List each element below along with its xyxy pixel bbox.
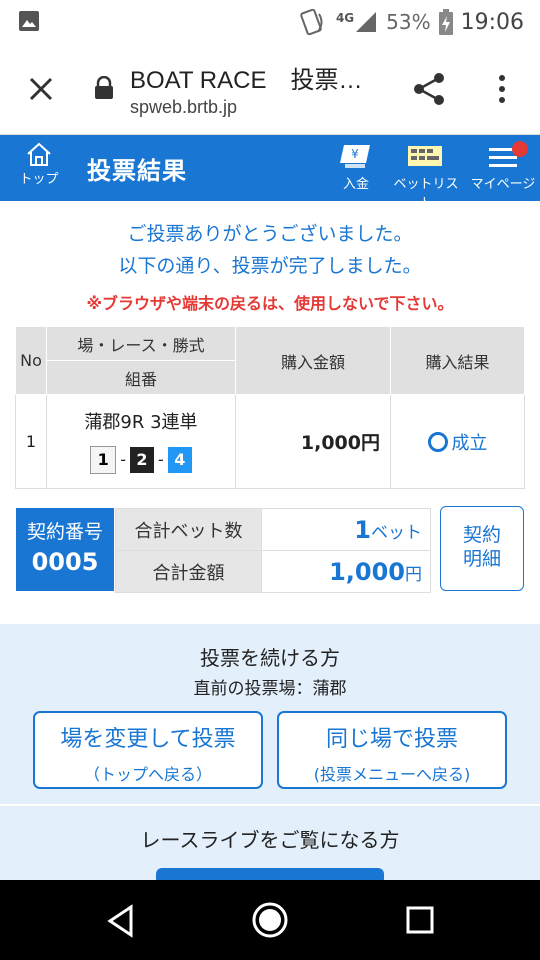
summary-table: 合計ベット数 1ベット 合計金額 1,000円 <box>115 508 431 593</box>
clock: 19:06 <box>460 9 524 35</box>
signal-icon <box>356 12 377 32</box>
nav-top-label: トップ <box>19 172 59 187</box>
notification-badge <box>512 141 528 157</box>
header-race: 場・レース・勝式 <box>46 326 236 361</box>
purchase-result: 成立 <box>390 394 525 489</box>
nav-betlist-label: ベットリスト <box>393 177 459 211</box>
nav-deposit-label: 入金 <box>342 177 369 192</box>
bet-unit: ベット <box>371 522 422 543</box>
recents-icon[interactable] <box>405 905 435 935</box>
separator: - <box>120 450 126 469</box>
header-amount: 購入金額 <box>235 326 391 395</box>
back-icon[interactable] <box>105 904 137 938</box>
thanks-message: ご投票ありがとうございました。 <box>127 223 413 245</box>
nav-betlist-button[interactable]: ベットリスト <box>388 143 464 211</box>
same-venue-sublabel: (投票メニューへ戻る) <box>313 765 471 784</box>
page-url: spweb.brtb.jp <box>130 97 238 117</box>
nav-top-button[interactable]: トップ <box>14 141 64 187</box>
boat-number: 1 <box>90 445 117 474</box>
betlist-icon <box>408 146 442 166</box>
row-no: 1 <box>15 394 47 489</box>
detail-line2: 明細 <box>462 548 501 570</box>
same-venue-label: 同じ場で投票 <box>325 727 458 752</box>
home-icon <box>27 142 51 166</box>
change-venue-button[interactable]: 場を変更して投票 （トップへ戻る） <box>33 711 263 789</box>
result-label: 成立 <box>451 432 488 454</box>
total-amount-value: 1,000円 <box>261 550 431 593</box>
race-cell: 蒲郡9R 3連単 1 - 2 - 4 <box>46 394 236 489</box>
nfc-icon <box>300 8 323 36</box>
svg-text:¥: ¥ <box>351 147 359 161</box>
race-name: 蒲郡9R 3連単 <box>84 411 198 433</box>
combination: 1 - 2 - 4 <box>48 445 234 474</box>
battery-percent: 53% <box>386 10 431 34</box>
contract-detail-button[interactable]: 契約 明細 <box>440 506 524 591</box>
share-icon[interactable] <box>410 70 448 108</box>
browser-toolbar: BOAT RACE 投票… spweb.brtb.jp <box>0 44 540 135</box>
page-title: BOAT RACE 投票… <box>130 67 363 94</box>
nav-mypage-label: マイページ <box>470 177 536 192</box>
continue-title: 投票を続ける方 <box>200 646 340 670</box>
nav-mypage-button[interactable]: マイページ <box>468 141 538 192</box>
home-circle-icon[interactable] <box>251 901 289 939</box>
change-venue-sublabel: （トップへ戻る） <box>83 765 212 784</box>
bet-count: 1 <box>354 515 371 544</box>
total-amount-label: 合計金額 <box>115 550 262 593</box>
table-row: 1 蒲郡9R 3連単 1 - 2 - 4 1,000円 成立 <box>15 394 525 489</box>
total-amount: 1,000 <box>329 557 405 586</box>
more-vert-icon[interactable] <box>490 70 514 108</box>
header-combo: 組番 <box>46 360 236 395</box>
contract-number: 0005 <box>31 548 99 576</box>
status-bar: 4G 53% 19:06 <box>0 0 540 44</box>
purchase-amount: 1,000円 <box>235 394 391 489</box>
bet-table: No 場・レース・勝式 購入金額 購入結果 組番 1 蒲郡9R 3連単 1 - … <box>15 326 525 489</box>
separator: - <box>158 450 164 469</box>
site-header: トップ 投票結果 ¥ 入金 ベットリスト マイページ <box>0 135 540 211</box>
system-nav-bar <box>0 880 540 960</box>
change-venue-label: 場を変更して投票 <box>60 727 236 752</box>
image-notification-icon <box>19 11 39 31</box>
contract-number-box: 契約番号 0005 <box>16 508 114 591</box>
nav-deposit-button[interactable]: ¥ 入金 <box>337 143 375 192</box>
total-unit: 円 <box>405 564 422 585</box>
bet-count-label: 合計ベット数 <box>115 508 262 551</box>
header-title: 投票結果 <box>87 157 187 185</box>
network-type: 4G <box>335 11 355 25</box>
boat-number: 2 <box>130 446 154 473</box>
race-live-section: レースライブをご覧になる方 <box>0 806 540 882</box>
contract-label: 契約番号 <box>26 521 103 543</box>
boat-number: 4 <box>167 446 192 473</box>
warning-message: ※ブラウザや端末の戻るは、使用しないで下さい。 <box>86 294 454 313</box>
battery-charging-icon <box>438 9 453 35</box>
deposit-icon: ¥ <box>340 145 370 168</box>
continue-voting-section: 投票を続ける方 直前の投票場：蒲郡 場を変更して投票 （トップへ戻る） 同じ場で… <box>0 624 540 804</box>
circle-icon <box>427 431 448 452</box>
same-venue-button[interactable]: 同じ場で投票 (投票メニューへ戻る) <box>277 711 507 789</box>
lock-icon <box>95 76 113 99</box>
close-icon[interactable] <box>24 72 58 106</box>
header-no: No <box>15 326 47 395</box>
live-title: レースライブをご覧になる方 <box>140 828 400 852</box>
bet-count-value: 1ベット <box>261 508 431 551</box>
detail-line1: 契約 <box>462 524 501 546</box>
header-result: 購入結果 <box>390 326 525 395</box>
completed-message: 以下の通り、投票が完了しました。 <box>118 255 422 277</box>
previous-venue: 直前の投票場：蒲郡 <box>193 679 347 699</box>
